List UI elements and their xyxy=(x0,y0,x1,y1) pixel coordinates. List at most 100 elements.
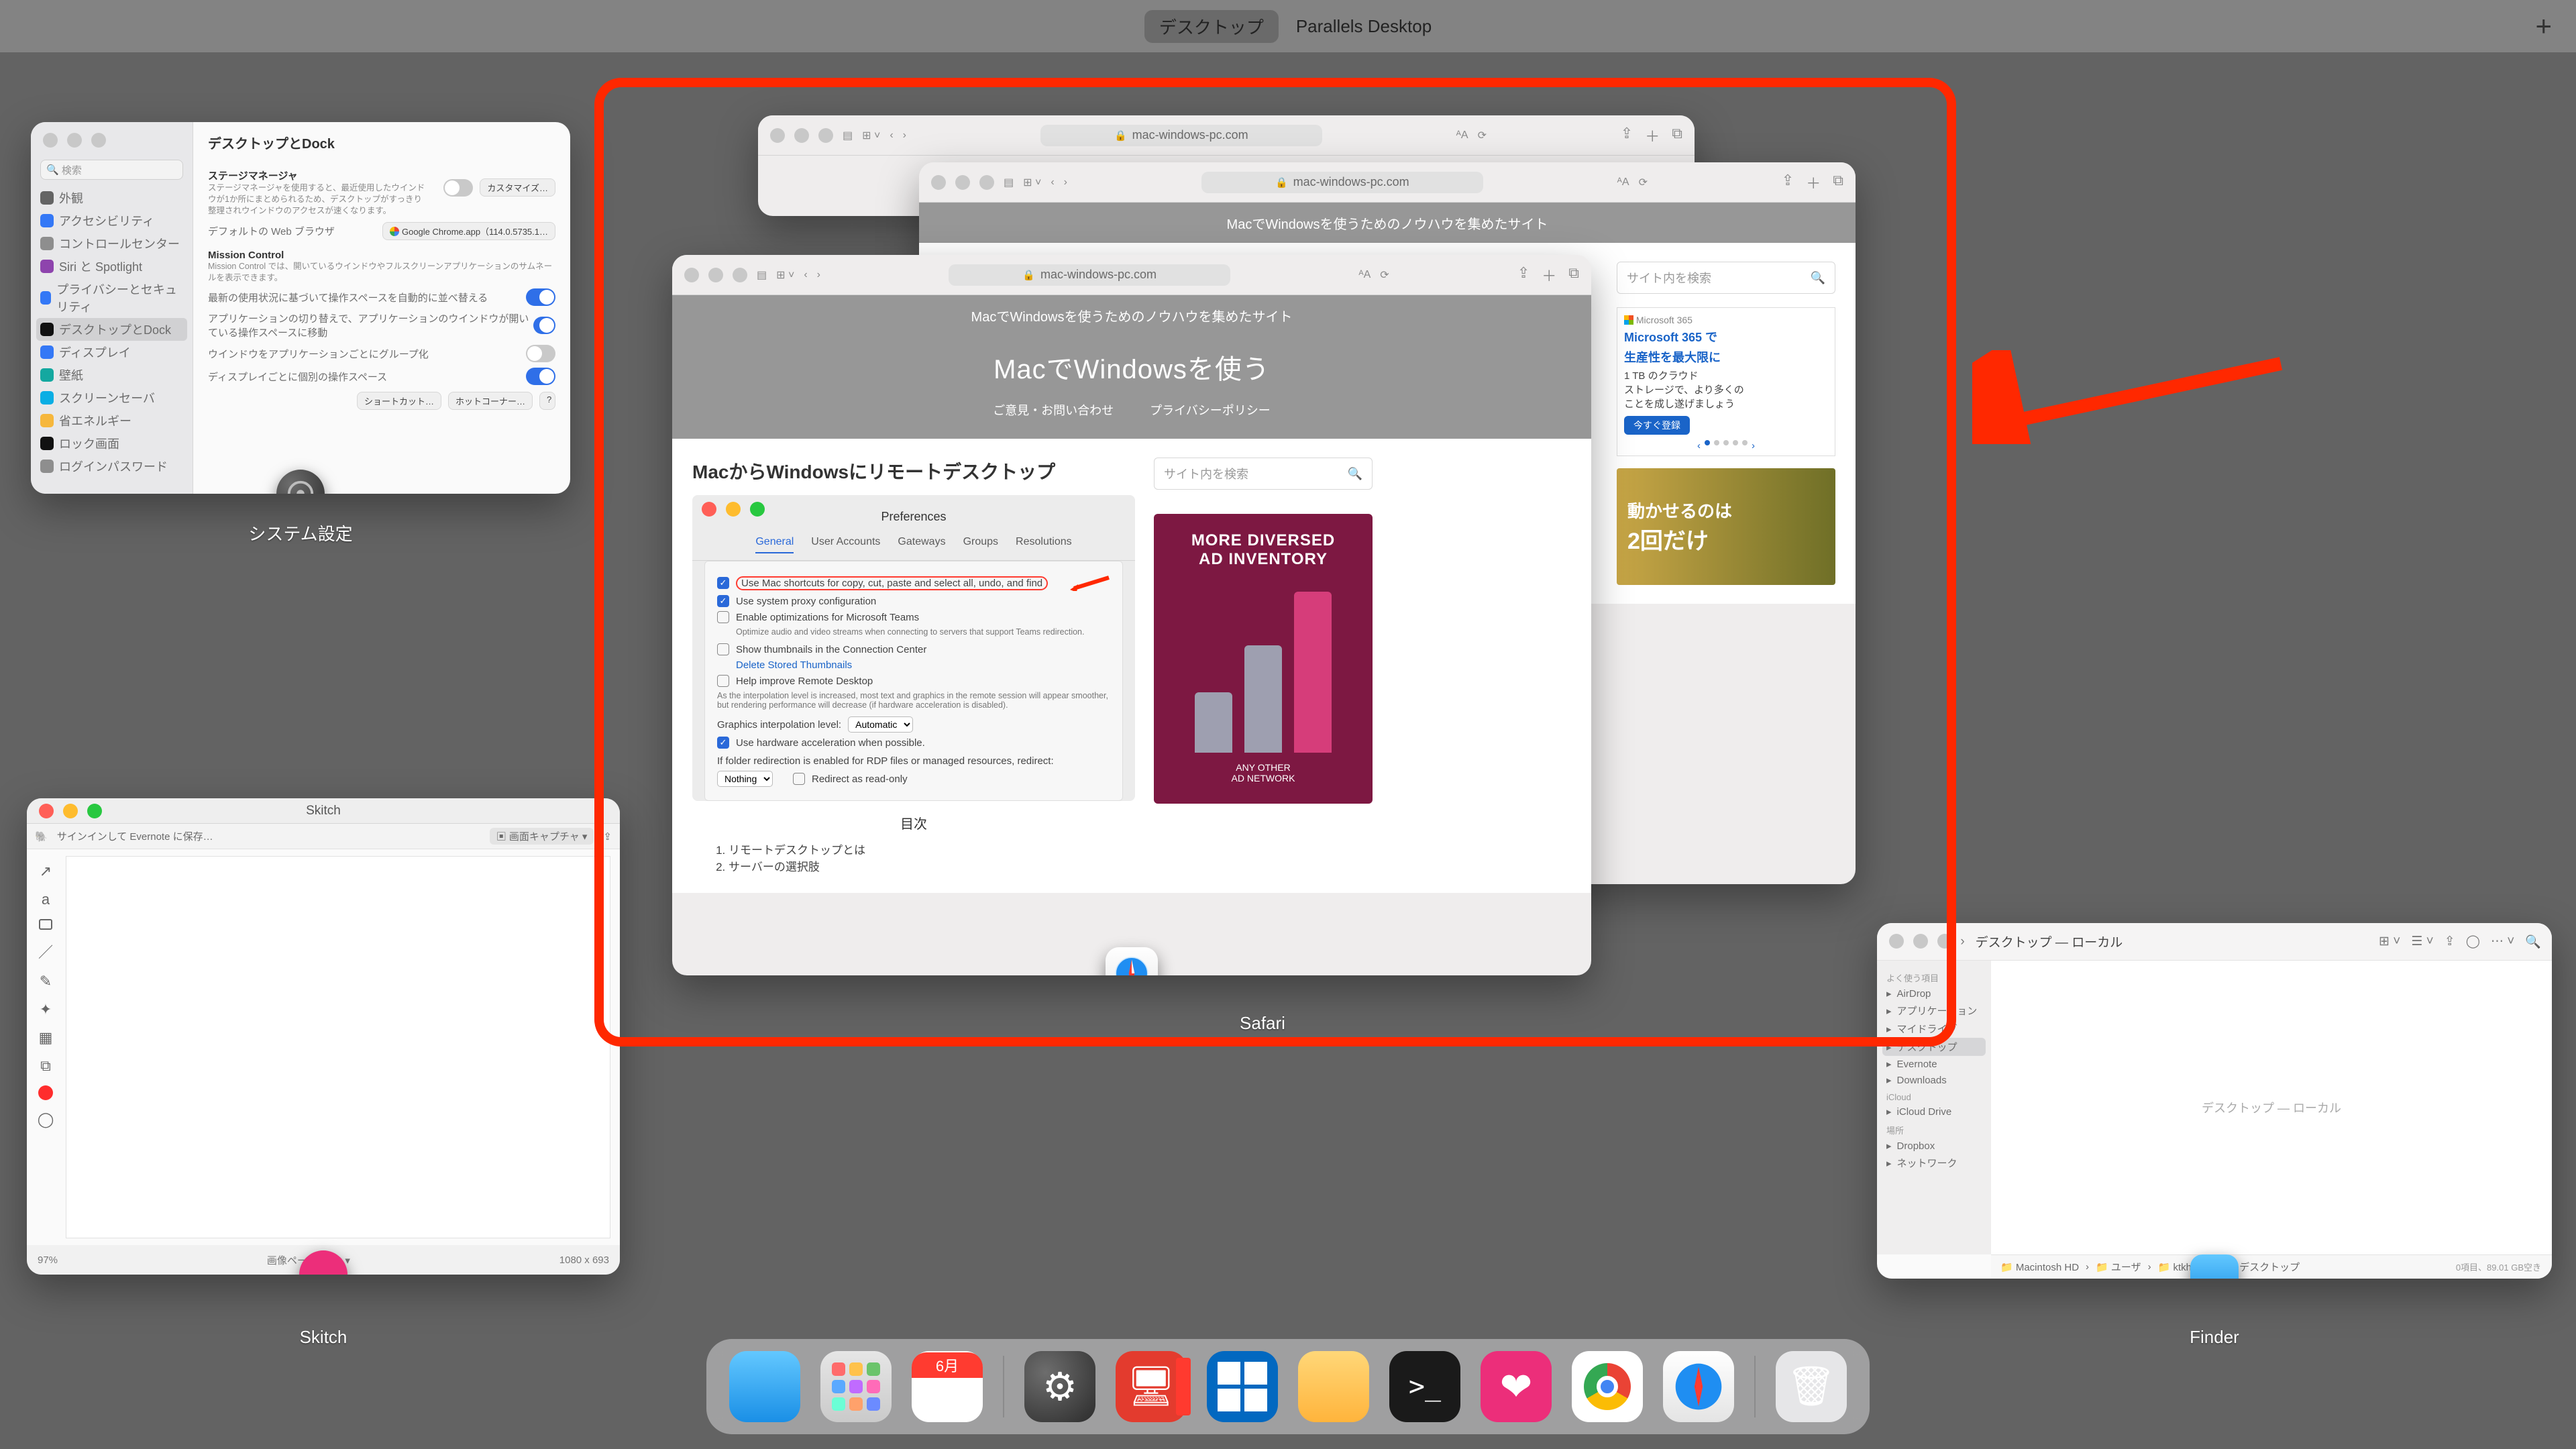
capture-mode[interactable]: ▣ 画面キャプチャ ▾ xyxy=(490,828,594,845)
sidebar-item[interactable]: プライバシーとセキュリティ xyxy=(31,278,193,318)
finder-sidebar-item[interactable]: ▸Downloads xyxy=(1877,1072,1991,1088)
sidebar-toggle-icon[interactable]: ▤ xyxy=(843,129,853,142)
dock-system-settings[interactable]: ⚙︎ xyxy=(1024,1351,1095,1422)
nav-back-icon[interactable]: ‹ xyxy=(1051,176,1054,189)
toc-item[interactable]: リモートデスクトップとは xyxy=(729,841,1135,857)
tab-overview-icon[interactable]: ⊞ ˅ xyxy=(1023,176,1041,189)
dock-windows-app[interactable] xyxy=(1207,1351,1278,1422)
nav-contact[interactable]: ご意見・お問い合わせ xyxy=(993,401,1114,419)
reader-icon[interactable]: ᴬA xyxy=(1358,269,1371,281)
tool-color[interactable] xyxy=(38,1085,53,1100)
window-skitch[interactable]: Skitch 🐘 サインインして Evernote に保存… ▣ 画面キャプチャ… xyxy=(27,798,620,1275)
traffic-lights[interactable] xyxy=(43,133,106,148)
hot-corners-button[interactable]: ホットコーナー… xyxy=(448,392,533,410)
address-bar[interactable]: 🔒mac-windows-pc.com xyxy=(949,264,1230,286)
tool-pixelate[interactable]: ▦ xyxy=(39,1029,53,1046)
address-bar[interactable]: 🔒mac-windows-pc.com xyxy=(1201,172,1483,193)
space-parallels[interactable]: Parallels Desktop xyxy=(1296,16,1432,37)
new-tab-icon[interactable]: ＋ xyxy=(1806,172,1821,193)
finder-sidebar-item[interactable]: ▸アプリケーション xyxy=(1877,1002,1991,1020)
finder-sidebar-item[interactable]: ▸デスクトップ xyxy=(1882,1038,1986,1056)
ad-cta[interactable]: 今すぐ登録 xyxy=(1624,416,1690,435)
sidebar-toggle-icon[interactable]: ▤ xyxy=(1004,176,1014,189)
tool-rect[interactable] xyxy=(39,919,52,930)
zoom-level[interactable]: 97% xyxy=(38,1254,58,1266)
nav-privacy[interactable]: プライバシーポリシー xyxy=(1150,401,1271,419)
action-icon[interactable]: ⋯ ˅ xyxy=(2491,934,2514,949)
dock-calendar[interactable]: 6月8 xyxy=(912,1351,983,1422)
finder-content[interactable]: デスクトップ — ローカル xyxy=(1991,961,2552,1254)
reload-icon[interactable]: ⟳ xyxy=(1478,129,1487,142)
nav-forward-icon[interactable]: › xyxy=(817,269,820,281)
sidebar-item[interactable]: 省エネルギー xyxy=(31,409,193,432)
sidebar-item[interactable]: ロック画面 xyxy=(31,432,193,455)
path-segment[interactable]: 📁 ユーザ xyxy=(2096,1260,2141,1274)
reload-icon[interactable]: ⟳ xyxy=(1380,268,1389,282)
dock-remote-desktop[interactable]: 🖥 xyxy=(1116,1351,1187,1422)
tabs-icon[interactable]: ⧉ xyxy=(1672,125,1682,146)
sidebar-item[interactable]: ディスプレイ xyxy=(31,341,193,364)
dock-terminal[interactable]: >_ xyxy=(1389,1351,1460,1422)
help-button[interactable]: ? xyxy=(539,392,555,410)
new-tab-icon[interactable]: ＋ xyxy=(1645,125,1660,146)
finder-sidebar-item[interactable]: ▸Evernote xyxy=(1877,1056,1991,1072)
sidebar-item[interactable]: Siri と Spotlight xyxy=(31,255,193,278)
setting-toggle[interactable] xyxy=(526,368,555,385)
sidebar-item[interactable]: ログインパスワード xyxy=(31,455,193,478)
tool-arrow[interactable]: ↗ xyxy=(40,863,52,880)
finder-sidebar-item[interactable]: ▸ネットワーク xyxy=(1877,1154,1991,1172)
dock-skitch[interactable]: ❤ xyxy=(1481,1351,1552,1422)
tabs-icon[interactable]: ⧉ xyxy=(1568,264,1579,286)
ad-microsoft365[interactable]: Microsoft 365 Microsoft 365 で 生産性を最大限に 1… xyxy=(1617,307,1835,456)
dock-trash[interactable]: 🗑 xyxy=(1776,1351,1847,1422)
setting-toggle[interactable] xyxy=(533,317,555,334)
nav-back-icon[interactable]: ‹ xyxy=(804,269,807,281)
window-safari-front[interactable]: ▤ ⊞ ˅ ‹ › 🔒mac-windows-pc.com ᴬA⟳ ⇪＋⧉ Ma… xyxy=(672,255,1591,975)
tags-icon[interactable]: ◯ xyxy=(2466,934,2480,949)
ad-banner-2[interactable]: 動かせるのは 2回だけ xyxy=(1617,468,1835,585)
reader-icon[interactable]: ᴬA xyxy=(1456,129,1468,142)
nav-forward-icon[interactable]: › xyxy=(1064,176,1067,189)
path-segment[interactable]: 📁 Macintosh HD xyxy=(2000,1261,2079,1273)
add-space-button[interactable]: + xyxy=(2535,10,2552,42)
sidebar-toggle-icon[interactable]: ▤ xyxy=(757,268,767,282)
tool-size[interactable]: ◯ xyxy=(38,1111,54,1128)
reload-icon[interactable]: ⟳ xyxy=(1639,176,1648,189)
desktop-pill[interactable]: デスクトップ xyxy=(1144,10,1279,43)
setting-toggle[interactable] xyxy=(526,345,555,362)
finder-sidebar-item[interactable]: ▸AirDrop xyxy=(1877,985,1991,1002)
default-browser-picker[interactable]: Google Chrome.app（114.0.5735.1… xyxy=(382,222,555,240)
tool-stamp[interactable]: ✦ xyxy=(40,1001,52,1018)
tool-marker[interactable]: ✎ xyxy=(40,973,52,990)
skitch-canvas[interactable] xyxy=(66,856,610,1238)
window-finder[interactable]: ‹ › デスクトップ — ローカル ⊞ ˅ ☰ ˅ ⇪ ◯ ⋯ ˅ 🔍 よく使う… xyxy=(1877,923,2552,1279)
tab-overview-icon[interactable]: ⊞ ˅ xyxy=(862,129,880,142)
new-tab-icon[interactable]: ＋ xyxy=(1542,264,1556,286)
sidebar-item[interactable]: コントロールセンター xyxy=(31,232,193,255)
search-icon[interactable]: 🔍 xyxy=(2525,934,2541,950)
share-icon[interactable]: ⇪ xyxy=(2445,934,2455,949)
dock-launchpad[interactable] xyxy=(820,1351,892,1422)
settings-search[interactable]: 🔍 検索 xyxy=(40,160,183,180)
setting-toggle[interactable] xyxy=(526,288,555,306)
finder-sidebar-item[interactable]: ▸Dropbox xyxy=(1877,1138,1991,1154)
nav-forward-icon[interactable]: › xyxy=(1960,934,1964,949)
share-icon[interactable]: ⇪ xyxy=(1517,264,1529,286)
tool-text[interactable]: a xyxy=(42,891,50,908)
sidebar-item[interactable]: 壁紙 xyxy=(31,364,193,386)
tool-crop[interactable]: ⧉ xyxy=(40,1057,51,1075)
stage-customize-button[interactable]: カスタマイズ… xyxy=(480,178,555,197)
nav-forward-icon[interactable]: › xyxy=(903,129,906,142)
address-bar[interactable]: 🔒mac-windows-pc.com xyxy=(1040,125,1322,146)
dock-safari[interactable] xyxy=(1663,1351,1734,1422)
view-icons[interactable]: ⊞ ˅ xyxy=(2379,934,2400,949)
tabs-icon[interactable]: ⧉ xyxy=(1833,172,1843,193)
dock-finder[interactable] xyxy=(729,1351,800,1422)
sidebar-item[interactable]: アクセシビリティ xyxy=(31,209,193,232)
share-icon[interactable]: ⇪ xyxy=(1782,172,1794,193)
site-search-input[interactable]: サイト内を検索🔍 xyxy=(1617,262,1835,294)
share-icon[interactable]: ⇪ xyxy=(603,830,612,843)
group-icon[interactable]: ☰ ˅ xyxy=(2411,934,2433,949)
dock-chrome[interactable] xyxy=(1572,1351,1643,1422)
shortcuts-button[interactable]: ショートカット… xyxy=(357,392,441,410)
